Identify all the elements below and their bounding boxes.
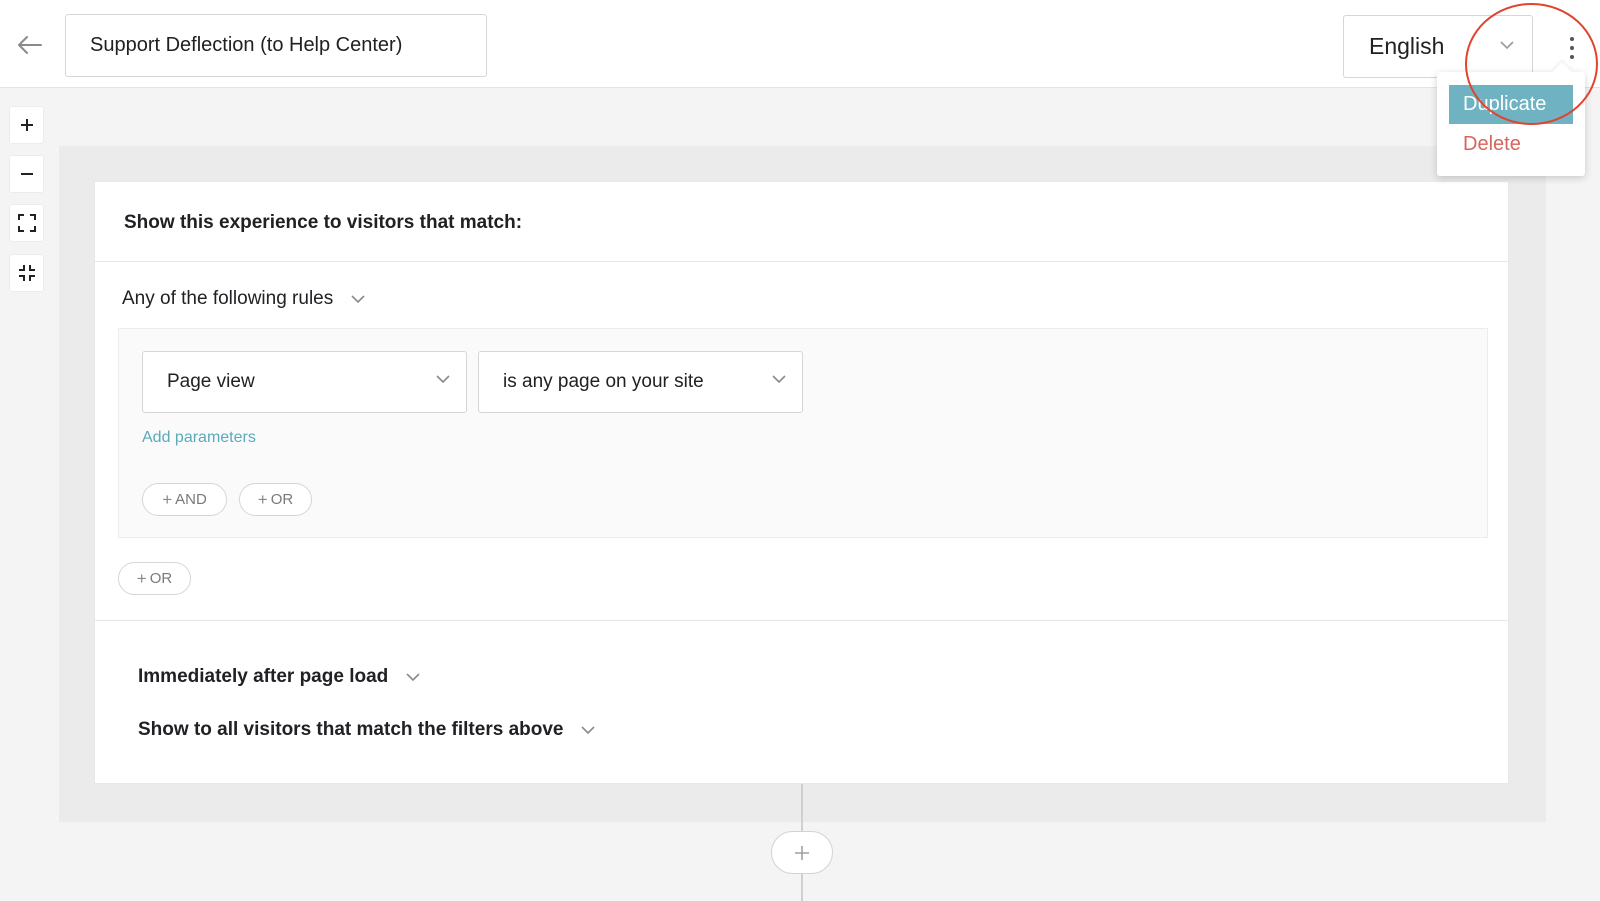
- add-parameters-link[interactable]: Add parameters: [142, 429, 256, 447]
- condition-select-value: is any page on your site: [503, 371, 704, 392]
- compress-icon: [18, 265, 35, 281]
- rules-mode-label: Any of the following rules: [122, 288, 334, 309]
- card-divider: [95, 620, 1508, 621]
- add-step-button[interactable]: [771, 831, 833, 874]
- options-menu: Duplicate Delete: [1437, 62, 1585, 176]
- add-and-label: AND: [175, 491, 207, 508]
- chevron-down-icon: [436, 375, 450, 384]
- card-title: Show this experience to visitors that ma…: [124, 212, 523, 233]
- menu-item-duplicate[interactable]: Duplicate: [1449, 85, 1573, 124]
- targeting-card: Show this experience to visitors that ma…: [94, 181, 1509, 784]
- plus-icon: +: [136, 568, 147, 588]
- language-select[interactable]: English: [1343, 15, 1533, 78]
- add-or-inner-button[interactable]: + OR: [239, 483, 312, 516]
- audience-label: Show to all visitors that match the filt…: [138, 719, 564, 740]
- more-options-button[interactable]: [1560, 30, 1584, 66]
- chevron-down-icon: [1500, 41, 1514, 50]
- plus-icon: [795, 845, 809, 860]
- zoom-in-button[interactable]: [9, 106, 44, 144]
- add-or-group-button[interactable]: + OR: [118, 562, 191, 595]
- event-select-value: Page view: [167, 371, 255, 392]
- plus-icon: [20, 119, 33, 131]
- add-and-button[interactable]: + AND: [142, 483, 227, 516]
- fit-to-screen-button[interactable]: [9, 204, 44, 242]
- event-select[interactable]: Page view: [142, 351, 467, 413]
- chevron-down-icon: [406, 672, 420, 681]
- menu-item-delete[interactable]: Delete: [1449, 125, 1573, 164]
- expand-icon: [17, 214, 36, 232]
- top-bar: English: [0, 0, 1600, 88]
- card-header: Show this experience to visitors that ma…: [95, 182, 1508, 262]
- condition-select[interactable]: is any page on your site: [478, 351, 803, 413]
- add-or-group-label: OR: [149, 570, 173, 587]
- zoom-out-button[interactable]: [9, 155, 44, 193]
- rules-mode-dropdown[interactable]: Any of the following rules: [122, 288, 365, 310]
- experience-name-input[interactable]: [65, 14, 487, 77]
- audience-dropdown[interactable]: Show to all visitors that match the filt…: [138, 719, 596, 741]
- minus-icon: [20, 173, 33, 175]
- add-or-inner-label: OR: [270, 491, 294, 508]
- back-button[interactable]: [12, 28, 46, 62]
- rule-group: Page view is any page on your site Add p…: [118, 328, 1488, 538]
- collapse-button[interactable]: [9, 254, 44, 292]
- chevron-down-icon: [351, 294, 365, 303]
- plus-icon: +: [257, 489, 268, 509]
- timing-label: Immediately after page load: [138, 666, 389, 687]
- arrow-left-icon: [18, 36, 42, 54]
- plus-icon: +: [162, 489, 173, 509]
- chevron-down-icon: [581, 725, 596, 734]
- timing-dropdown[interactable]: Immediately after page load: [138, 666, 420, 688]
- chevron-down-icon: [772, 375, 786, 384]
- language-select-value: English: [1369, 33, 1445, 59]
- more-vertical-icon: [1570, 37, 1574, 41]
